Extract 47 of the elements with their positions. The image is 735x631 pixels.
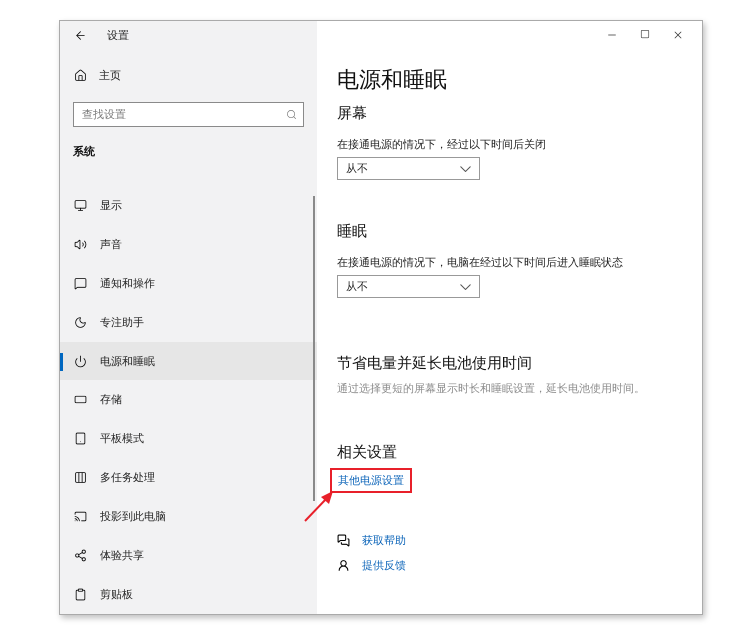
dropdown[interactable]: 从不 — [337, 157, 480, 180]
message-icon — [74, 276, 87, 290]
tablet-icon — [74, 432, 87, 446]
section-heading: 系统 — [73, 144, 96, 159]
support-link[interactable]: 提供反馈 — [362, 558, 406, 573]
chevron-icon — [460, 166, 471, 172]
sidebar-item[interactable]: 存储 — [60, 380, 317, 420]
maximize-icon[interactable] — [640, 29, 650, 39]
page-title: 电源和睡眠 — [337, 67, 448, 95]
setting-description: 在接通电源的情况下，经过以下时间后关闭 — [337, 137, 547, 152]
clipboard-icon — [74, 588, 87, 602]
search-icon — [286, 108, 297, 120]
power-icon — [74, 354, 87, 368]
section-heading: 睡眠 — [337, 222, 368, 241]
close-icon[interactable] — [672, 29, 684, 41]
sidebar-item[interactable]: 平板模式 — [60, 419, 317, 458]
sidebar-item[interactable]: 专注助手 — [60, 302, 317, 342]
back-icon[interactable] — [74, 29, 87, 42]
window-title: 设置 — [107, 28, 129, 44]
section-description: 通过选择更短的屏幕显示时长和睡眠设置，延长电池使用时间。 — [337, 381, 646, 396]
dropdown[interactable]: 从不 — [337, 275, 480, 298]
sidebar-item[interactable]: 通知和操作 — [60, 264, 317, 303]
sidebar-item[interactable]: 剪贴板 — [60, 575, 317, 614]
share-icon — [74, 549, 87, 562]
cast-icon — [74, 510, 87, 524]
chat-bubbles-icon — [337, 534, 350, 547]
home-link[interactable]: 主页 — [99, 68, 121, 83]
sidebar-item[interactable]: 多任务处理 — [60, 458, 317, 498]
sidebar-item[interactable]: 体验共享 — [60, 536, 317, 576]
columns-icon — [74, 471, 87, 484]
power-settings-link[interactable]: 其他电源设置 — [330, 468, 412, 493]
home-icon[interactable] — [74, 68, 87, 82]
sidebar-item[interactable]: 投影到此电脑 — [60, 497, 317, 536]
sidebar-item[interactable]: 电源和睡眠 — [60, 342, 317, 380]
monitor-icon — [74, 198, 87, 212]
moon-icon — [74, 316, 87, 329]
section-heading: 屏幕 — [337, 104, 368, 123]
sidebar-item[interactable]: 声音 — [60, 224, 317, 264]
person-icon — [337, 559, 350, 572]
section-heading: 节省电量并延长电池使用时间 — [337, 354, 533, 373]
section-heading: 相关设置 — [337, 443, 398, 462]
speaker-icon — [74, 238, 87, 251]
setting-description: 在接通电源的情况下，电脑在经过以下时间后进入睡眠状态 — [337, 255, 624, 270]
chevron-icon — [460, 284, 471, 290]
sidebar-item[interactable]: 显示 — [60, 186, 317, 225]
support-link[interactable]: 获取帮助 — [362, 533, 406, 548]
search-field[interactable]: 查找设置 — [73, 102, 304, 127]
